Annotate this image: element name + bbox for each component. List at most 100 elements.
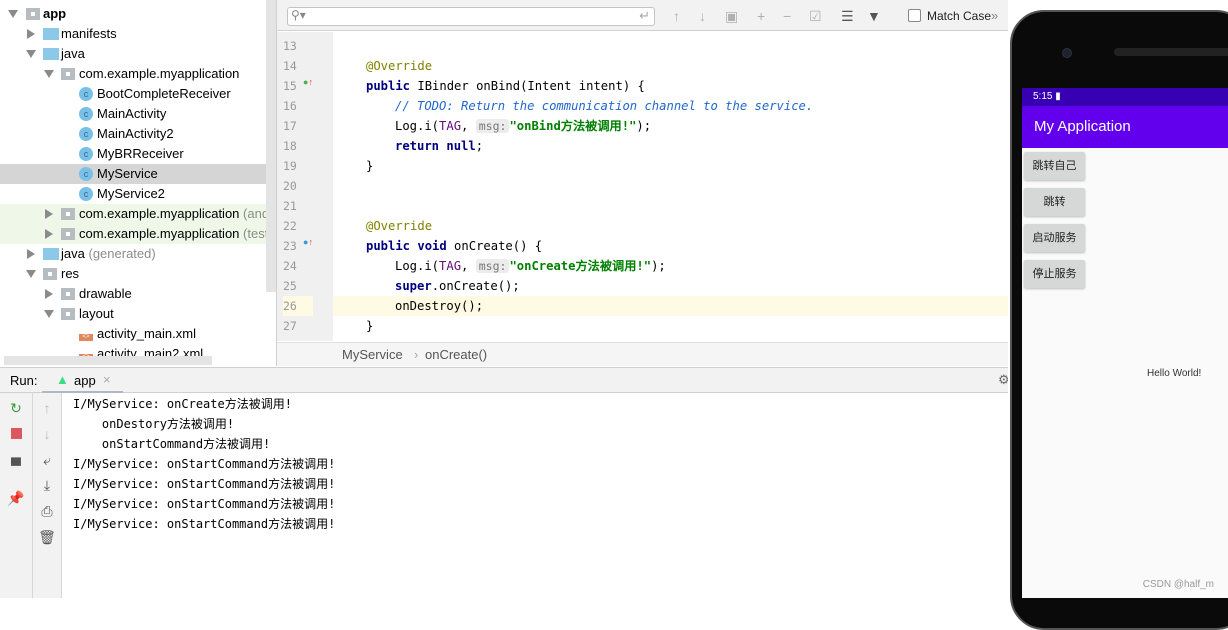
line-number: 24	[283, 259, 297, 273]
generated-folder-icon	[43, 248, 59, 260]
annotation: @Override	[366, 59, 433, 73]
code-text: );	[636, 119, 652, 133]
layout-icon[interactable]: ▀	[0, 457, 32, 473]
tree-item-java[interactable]: java	[0, 44, 266, 64]
string-literal: "onCreate方法被调用!"	[509, 259, 652, 273]
run-tab-app[interactable]: app	[74, 373, 96, 388]
jump-button[interactable]: 跳转	[1024, 188, 1085, 216]
toggle-selection-icon[interactable]: ☑	[809, 8, 822, 25]
tree-item-app[interactable]: app	[0, 4, 266, 24]
tree-item-package[interactable]: com.example.myapplication	[0, 64, 266, 84]
console-output[interactable]: I/MyService: onCreate方法被调用! onDestory方法被…	[62, 393, 1008, 598]
tree-item-layout[interactable]: layout	[0, 304, 266, 324]
tree-item-class-selected[interactable]: c MyService	[0, 164, 276, 184]
todo-comment: // TODO: Return the communication channe…	[395, 99, 814, 113]
tree-item-xml[interactable]: activity_main.xml	[0, 324, 266, 344]
class-icon: c	[79, 147, 93, 161]
line-number: 26	[283, 296, 313, 316]
folder-icon	[43, 28, 59, 40]
keyword: public void	[366, 239, 447, 253]
tree-horizontal-scrollbar[interactable]	[4, 356, 212, 365]
code-text: }	[366, 319, 374, 333]
line-number: 20	[283, 179, 297, 193]
add-selection-icon[interactable]: +	[757, 8, 765, 24]
more-options-icon[interactable]: »	[991, 8, 998, 23]
stop-service-button[interactable]: 停止服务	[1024, 260, 1085, 288]
select-all-icon[interactable]: ▣	[725, 8, 738, 25]
up-arrow-icon[interactable]: ↑	[33, 400, 61, 416]
tag-constant: TAG	[439, 119, 462, 133]
watermark: CSDN @half_m	[1142, 579, 1214, 590]
soft-wrap-icon[interactable]: ⤶	[33, 452, 61, 469]
match-case-checkbox[interactable]	[908, 9, 921, 22]
code-text: }	[366, 159, 374, 173]
tree-item-class[interactable]: c MainActivity	[0, 104, 266, 124]
previous-occurrence-icon[interactable]: ↑	[673, 8, 680, 24]
breadcrumb: MyService › onCreate()	[277, 342, 1008, 366]
android-icon: ▲	[56, 372, 69, 387]
tree-item-test-package[interactable]: com.example.myapplication (test)	[0, 224, 276, 244]
console-actions-bar: ↑ ↓ ⤶ ⤓ ⎙ 🗑	[33, 393, 62, 598]
breadcrumb-method[interactable]: onCreate()	[425, 343, 487, 367]
status-bar: 5:15 ▮	[1022, 88, 1228, 106]
folder-icon	[61, 308, 75, 320]
code-text: IBinder onBind(Intent intent) {	[410, 79, 645, 93]
start-service-button[interactable]: 启动服务	[1024, 224, 1085, 252]
close-tab-icon[interactable]: ×	[103, 372, 111, 387]
console-line: I/MyService: onStartCommand方法被调用!	[73, 457, 336, 471]
console-line: onStartCommand方法被调用!	[73, 437, 271, 451]
code-text: Log.i(	[395, 119, 440, 133]
scroll-to-end-icon[interactable]: ⤓	[33, 477, 61, 494]
class-icon: c	[79, 167, 93, 181]
tree-item-class[interactable]: c MainActivity2	[0, 124, 266, 144]
override-gutter-icon[interactable]: ●↑	[303, 237, 313, 247]
search-icon: ⚲▾	[291, 8, 306, 22]
down-arrow-icon[interactable]: ↓	[33, 426, 61, 442]
trash-icon[interactable]: 🗑	[33, 529, 61, 546]
phone-screen[interactable]: 5:15 ▮ My Application 跳转自己 跳转 启动服务 停止服务 …	[1022, 88, 1228, 598]
print-icon[interactable]: ⎙	[33, 503, 61, 520]
match-case-label[interactable]: Match Case	[927, 9, 991, 23]
tree-vertical-scrollbar[interactable]	[266, 0, 276, 292]
next-occurrence-icon[interactable]: ↓	[699, 8, 706, 24]
tree-item-manifests[interactable]: manifests	[0, 24, 266, 44]
rerun-icon[interactable]: ↻	[0, 400, 32, 417]
newline-icon[interactable]: ↵	[639, 8, 650, 24]
breadcrumb-class[interactable]: MyService	[342, 343, 403, 367]
filter-lines-icon[interactable]: ☰	[841, 8, 854, 25]
chevron-right-icon: ›	[414, 347, 419, 362]
line-number: 16	[283, 99, 297, 113]
tree-item-res[interactable]: res	[0, 264, 266, 284]
tree-item-java-generated[interactable]: java (generated)	[0, 244, 266, 264]
line-number: 18	[283, 139, 297, 153]
code-text: );	[651, 259, 666, 273]
line-number: 13	[283, 39, 297, 53]
sd-card-icon: ▮	[1055, 91, 1061, 102]
code-text: onCreate() {	[446, 239, 543, 253]
search-input[interactable]: ⚲▾ ↵	[287, 7, 655, 26]
package-icon	[61, 208, 75, 220]
tree-item-class[interactable]: c BootCompleteReceiver	[0, 84, 266, 104]
tree-item-drawable[interactable]: drawable	[0, 284, 266, 304]
jump-self-button[interactable]: 跳转自己	[1024, 152, 1085, 180]
tree-item-class[interactable]: c MyBRReceiver	[0, 144, 266, 164]
tree-item-android-test-package[interactable]: com.example.myapplication (andr	[0, 204, 276, 224]
console-line: I/MyService: onStartCommand方法被调用!	[73, 517, 336, 531]
package-icon	[61, 228, 75, 240]
class-icon: c	[79, 87, 93, 101]
xml-file-icon	[79, 327, 93, 341]
implements-gutter-icon[interactable]: ●↑	[303, 77, 313, 87]
code-editor[interactable]: @Override public IBinder onBind(Intent i…	[333, 32, 1008, 341]
console-line: onDestory方法被调用!	[73, 417, 235, 431]
remove-selection-icon[interactable]: −	[783, 8, 791, 24]
run-label: Run:	[10, 373, 38, 388]
run-actions-bar: ↻ ▀ 📌	[0, 393, 33, 598]
filter-icon[interactable]: ▼	[867, 8, 881, 24]
run-toolbar: Run: ▲ app × ⚙	[0, 367, 1010, 393]
code-text: Log.i(	[395, 259, 440, 273]
stop-icon[interactable]	[11, 428, 22, 439]
pin-icon[interactable]: 📌	[0, 490, 32, 507]
tree-item-class[interactable]: c MyService2	[0, 184, 266, 204]
line-number: 14	[283, 59, 297, 73]
string-literal: "onBind方法被调用!"	[509, 119, 637, 133]
